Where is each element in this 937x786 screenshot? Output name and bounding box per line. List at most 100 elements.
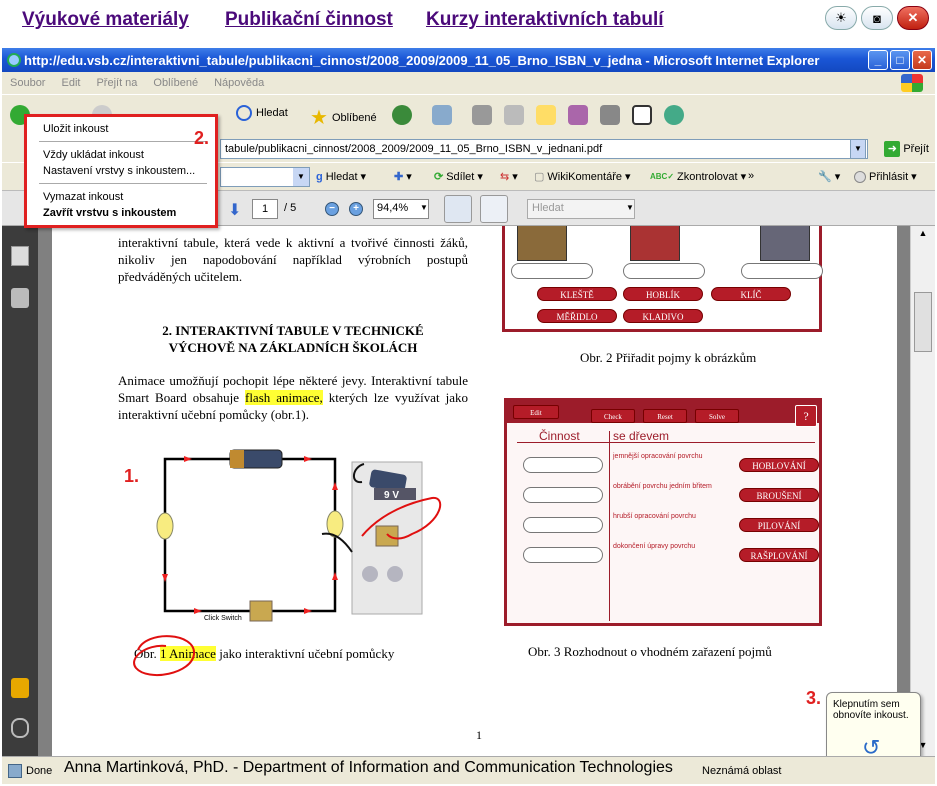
nav-link-materials[interactable]: Výukové materiály <box>22 9 189 31</box>
menu-goto[interactable]: Přejít na <box>96 77 137 89</box>
spellcheck-label: Zkontrolovat <box>677 170 738 183</box>
wiki-button[interactable]: ▢ WikiKomentáře ▾ <box>534 170 631 184</box>
menu-file[interactable]: Soubor <box>10 77 45 89</box>
menu-edit[interactable]: Edit <box>61 77 80 89</box>
edit-icon[interactable] <box>504 105 524 125</box>
menu-favorites[interactable]: Oblíbené <box>153 77 198 89</box>
print-icon[interactable] <box>472 105 492 125</box>
drop-slot[interactable] <box>623 263 705 279</box>
answer-pill[interactable]: BROUŠENÍ <box>739 488 819 502</box>
answer-slot[interactable] <box>523 487 603 503</box>
star-icon[interactable]: ★ <box>310 105 328 130</box>
research-icon[interactable] <box>600 105 620 125</box>
wrench-button[interactable]: 🔧 ▾ <box>818 170 840 183</box>
fig3-help-button[interactable]: ? <box>795 405 817 427</box>
messenger-icon[interactable] <box>568 105 588 125</box>
term-pill[interactable]: KLADIVO <box>623 309 703 323</box>
go-button[interactable]: ➜ Přejít <box>884 141 929 157</box>
menu-bar: Soubor Edit Přejít na Oblíbené Nápověda <box>2 72 935 94</box>
menu-item-save-ink[interactable]: Uložit inkoust <box>43 123 108 135</box>
nav-link-publications[interactable]: Publikační činnost <box>225 9 393 31</box>
close-icon[interactable]: ✕ <box>897 6 929 30</box>
plus-button[interactable]: ✚ ▾ <box>394 170 412 183</box>
url-field[interactable]: tabule/publikacni_cinnost/2008_2009/2009… <box>220 139 868 159</box>
more-button[interactable]: » <box>748 170 754 182</box>
switch-label: Click Switch <box>204 615 242 622</box>
zoom-in-icon[interactable]: + <box>349 202 363 216</box>
google-search-button[interactable]: g Hledat ▾ <box>316 170 366 184</box>
note-icon[interactable] <box>536 105 556 125</box>
fig3-solve-button[interactable]: Solve <box>695 409 739 423</box>
google-search-label: Hledat <box>325 170 358 183</box>
zoom-dropdown-icon[interactable]: ▼ <box>420 203 428 212</box>
scroll-up-icon[interactable]: ▲ <box>914 228 932 242</box>
menu-item-ink-layer-settings[interactable]: Nastavení vrstvy s inkoustem... <box>43 165 195 177</box>
figure-3-board: Edit Check Reset Solve ? Činnost se dřev… <box>504 398 822 626</box>
page-number: 1 <box>476 728 482 742</box>
course-nav: Výukové materiály Publikační činnost Kur… <box>0 0 937 42</box>
fig3-edit-button[interactable]: Edit <box>513 405 559 419</box>
menu-item-always-save-ink[interactable]: Vždy ukládat inkoust <box>43 149 144 161</box>
scroll-thumb[interactable] <box>914 292 932 352</box>
signin-button[interactable]: Přihlásit ▾ <box>854 170 917 183</box>
menu-help[interactable]: Nápověda <box>214 77 264 89</box>
share-button[interactable]: ⟳ Sdílet ▾ <box>434 170 483 184</box>
fit-width-button[interactable] <box>480 195 508 223</box>
tooltip-text: Klepnutím sem obnovíte inkoust. <box>833 699 909 721</box>
camera-icon[interactable]: ◙ <box>861 6 893 30</box>
sun-icon[interactable]: ☀ <box>825 6 857 30</box>
term-pill[interactable]: KLÍČ <box>711 287 791 301</box>
nav-link-courses[interactable]: Kurzy interaktivních tabulí <box>426 9 664 31</box>
section-heading-1: 2. INTERAKTIVNÍ TABULE V TECHNICKÉ <box>162 323 424 338</box>
maximize-button[interactable]: □ <box>890 50 910 70</box>
pages-icon[interactable] <box>11 246 29 266</box>
answer-pill[interactable]: PILOVÁNÍ <box>739 518 819 532</box>
attachment-icon[interactable] <box>11 718 29 738</box>
mail-icon[interactable] <box>432 105 452 125</box>
history-icon[interactable] <box>392 105 412 125</box>
search-icon[interactable] <box>236 105 252 121</box>
spellcheck-button[interactable]: ABC✓ Zkontrolovat ▾ <box>650 170 746 184</box>
answer-slot[interactable] <box>523 457 603 473</box>
fullscreen-icon[interactable] <box>632 105 652 125</box>
google-search-box[interactable]: ▼ <box>220 167 310 187</box>
menu-item-close-ink-layer[interactable]: Zavřít vrstvu s inkoustem <box>43 207 176 219</box>
paragraph-1: interaktivní tabule, která vede k aktivn… <box>118 235 468 284</box>
fig3-check-button[interactable]: Check <box>591 409 635 423</box>
row-description: jemnější opracování povrchu <box>613 453 703 460</box>
radio-icon <box>854 170 866 183</box>
answer-slot[interactable] <box>523 547 603 563</box>
pdf-nav-panel <box>2 226 38 756</box>
translate-button[interactable]: ⇆ ▾ <box>500 170 518 183</box>
binoculars-icon[interactable] <box>11 288 29 308</box>
close-window-button[interactable]: ✕ <box>912 50 932 70</box>
term-pill[interactable]: KLEŠTĚ <box>537 287 617 301</box>
favorites-label[interactable]: Oblíbené <box>332 112 377 124</box>
comments-icon[interactable] <box>11 678 29 698</box>
restore-ink-tooltip[interactable]: Klepnutím sem obnovíte inkoust. ↺ <box>826 692 921 766</box>
minimize-button[interactable]: _ <box>868 50 888 70</box>
fig3-reset-button[interactable]: Reset <box>643 409 687 423</box>
fig3-col2-header: se dřevem <box>613 429 670 443</box>
fit-page-button[interactable] <box>444 195 472 223</box>
term-pill[interactable]: HOBLÍK <box>623 287 703 301</box>
answer-pill[interactable]: RAŠPLOVÁNÍ <box>739 548 819 562</box>
zoom-out-icon[interactable]: − <box>325 202 339 216</box>
chevron-down-icon[interactable]: ▼ <box>293 168 309 186</box>
answer-slot[interactable] <box>523 517 603 533</box>
signin-label: Přihlásit <box>869 170 909 183</box>
figure-2-caption: Obr. 2 Přiřadit pojmy k obrázkům <box>580 350 757 365</box>
vertical-scrollbar[interactable]: ▲ ▼ <box>910 226 935 756</box>
contacts-icon[interactable] <box>664 105 684 125</box>
page-number-input[interactable]: 1 <box>252 199 278 219</box>
pdf-search-input[interactable]: Hledat <box>527 199 635 219</box>
drop-slot[interactable] <box>511 263 593 279</box>
search-label[interactable]: Hledat <box>256 107 288 119</box>
term-pill[interactable]: MĚŘIDLO <box>537 309 617 323</box>
answer-pill[interactable]: HOBLOVÁNÍ <box>739 458 819 472</box>
search-dropdown-icon[interactable]: ▼ <box>626 203 634 212</box>
menu-item-clear-ink[interactable]: Vymazat inkoust <box>43 191 123 203</box>
url-dropdown-icon[interactable]: ▼ <box>850 139 866 159</box>
next-page-icon[interactable]: ⬇ <box>228 200 241 220</box>
drop-slot[interactable] <box>741 263 823 279</box>
